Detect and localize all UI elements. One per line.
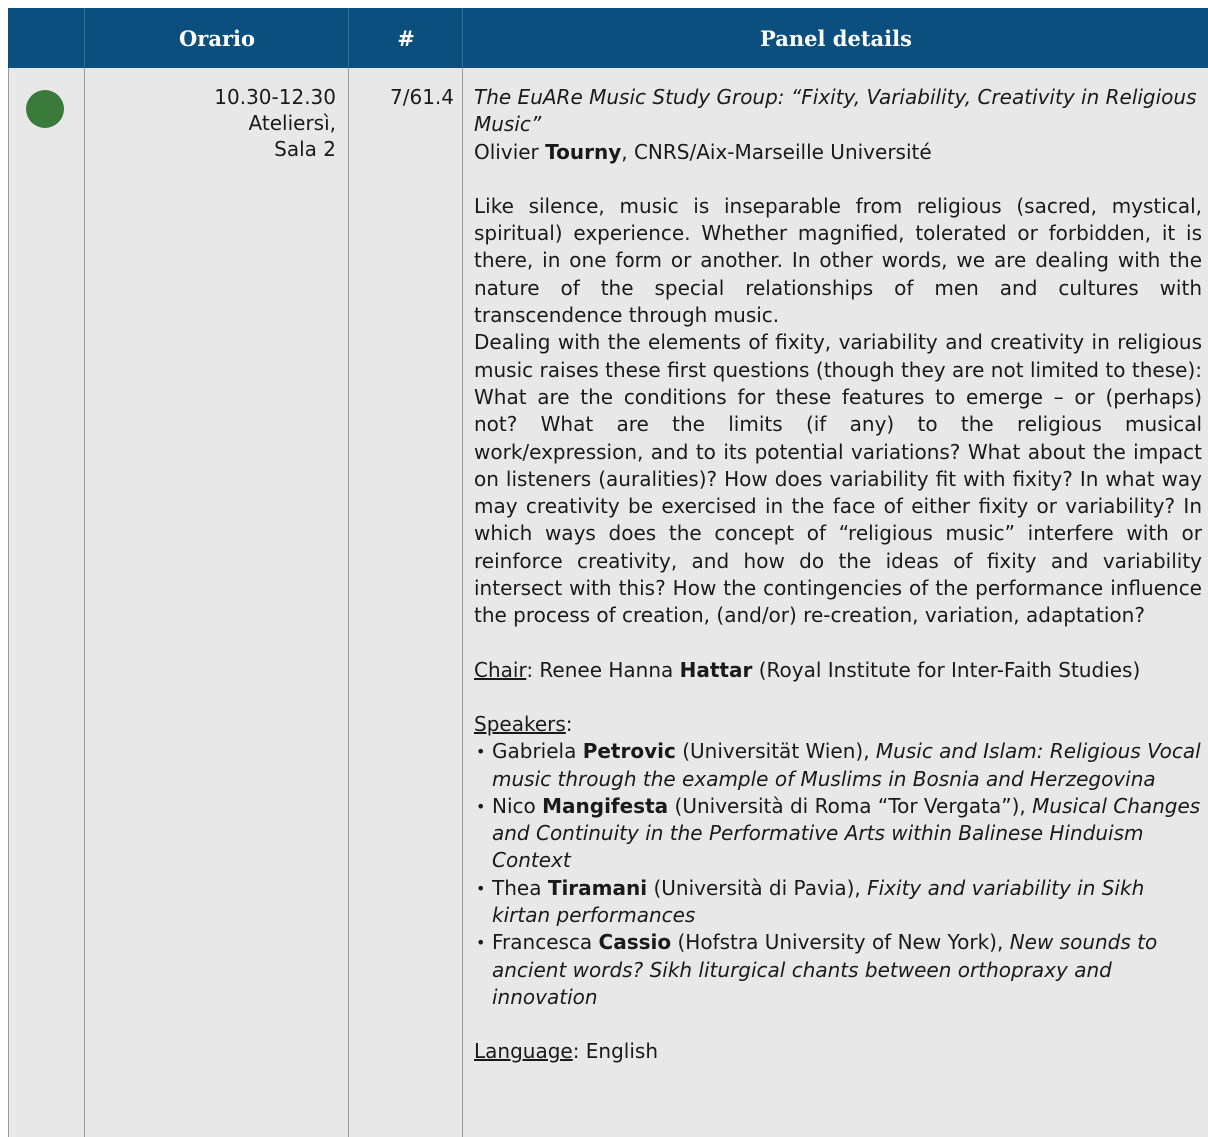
list-item: Thea Tiramani (Università di Pavia), Fix… [474,875,1202,930]
panel-title: The EuARe Music Study Group: “Fixity, Va… [474,85,1197,137]
schedule-table: Orario # Panel details 10.30-12.30 Ateli… [8,8,1208,1137]
abstract-paragraph-2: Dealing with the elements of fixity, var… [474,330,1202,628]
abstract-paragraph-1: Like silence, music is inseparable from … [474,193,1202,328]
speakers-heading: Speakers: [474,711,573,736]
header-panel-details: Panel details [462,8,1208,68]
panel-chair: Chair: Renee Hanna Hattar (Royal Institu… [474,657,1141,682]
column-divider [462,68,463,1137]
session-place-line1: Ateliersì, [248,111,336,135]
column-divider [84,68,85,1137]
panel-number: 7/61.4 [390,85,454,109]
list-item: Nico Mangifesta (Università di Roma “Tor… [474,793,1202,875]
header-number: # [348,8,463,68]
organizer-surname: Tourny [545,139,622,164]
session-time: 10.30-12.30 [214,85,336,109]
list-item: Francesca Cassio (Hofstra University of … [474,929,1202,1011]
column-divider [348,68,349,1137]
green-circle-icon [26,90,64,128]
table-header: Orario # Panel details [8,8,1208,68]
speakers-label: Speakers [474,711,566,736]
panel-details-cell: The EuARe Music Study Group: “Fixity, Va… [474,84,1202,1066]
time-place-cell: 10.30-12.30 Ateliersì, Sala 2 [86,84,336,162]
chair-surname: Hattar [679,657,753,682]
list-item: Gabriela Petrovic (Universität Wien), Mu… [474,738,1202,793]
header-status-cell [8,8,84,68]
language-label: Language [474,1039,573,1064]
chair-label: Chair [474,657,527,682]
panel-language: Language: English [474,1039,659,1064]
header-orario: Orario [84,8,349,68]
session-place-line2: Sala 2 [274,137,336,161]
panel-organizer: Olivier Tourny, CNRS/Aix-Marseille Unive… [474,139,932,164]
speakers-list: Gabriela Petrovic (Universität Wien), Mu… [474,738,1202,1011]
